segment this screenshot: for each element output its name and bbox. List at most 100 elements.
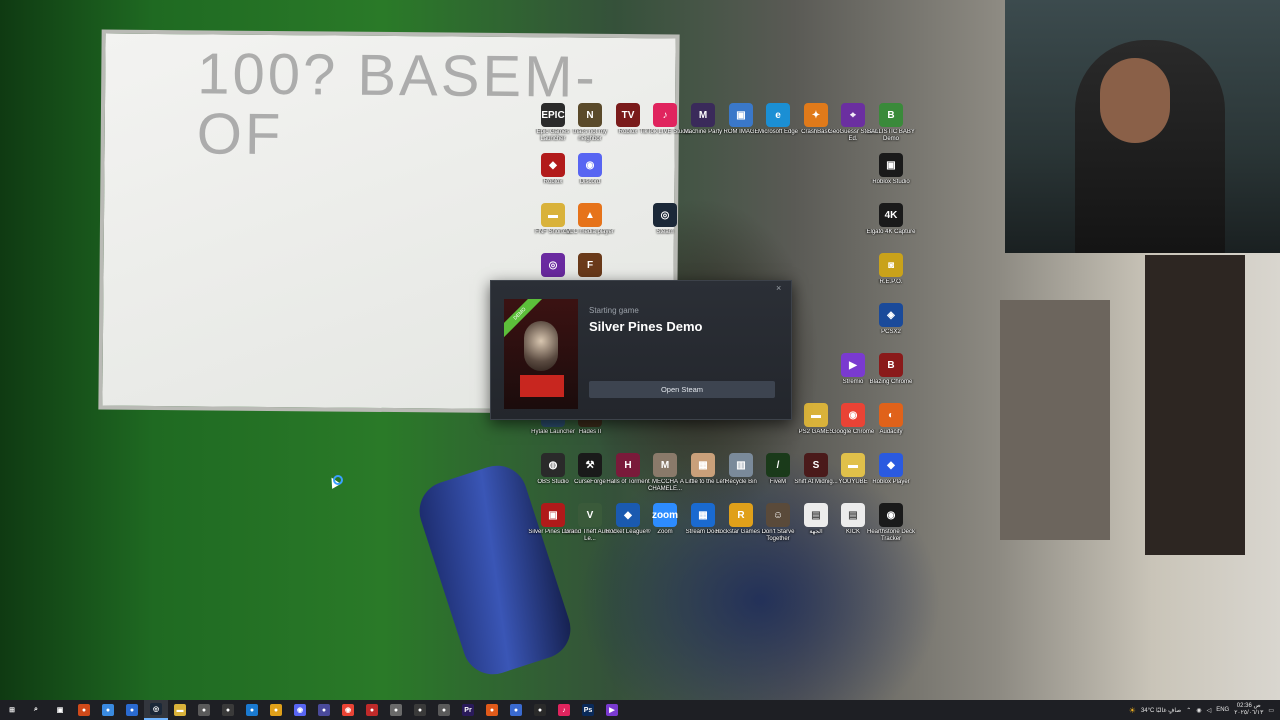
desktop-icon[interactable]: ▲ VLC media player [566,203,614,236]
taskbar-button[interactable]: ▶ [600,700,624,720]
taskbar-button[interactable]: ◎ [144,700,168,720]
game-icon: M [691,103,715,127]
taskbar-button[interactable]: ● [120,700,144,720]
taskbar-button[interactable]: ● [216,700,240,720]
desktop-icon[interactable]: ◙ R.E.P.O. [871,253,911,286]
desktop-icon[interactable]: ◈ PCSX2 [871,303,911,336]
taskbar-button[interactable]: ▬ [168,700,192,720]
roblox-icon: ◆ [879,453,903,477]
language-indicator[interactable]: ENG [1216,707,1229,713]
game-icon: ▦ [691,453,715,477]
chrome-icon: ◉ [841,403,865,427]
edge-icon: e [766,103,790,127]
chrome-icon: ◉ [342,704,354,716]
stream-dock-icon: ▦ [691,503,715,527]
webcam-overlay [1005,0,1280,253]
taskbar-button[interactable]: ● [384,700,408,720]
desktop-icon-label: Elgato 4K Capture [866,229,916,235]
fivem-icon: / [766,453,790,477]
taskbar-button[interactable]: ● [432,700,456,720]
desktop-icon[interactable]: ◉ Hearthstone Deck Tracker [867,503,915,543]
search-icon: ⌕ [30,704,42,716]
desktop-icon[interactable]: ▣ Roblox Studio [871,153,911,186]
game-cover-art: DEMO [504,299,578,409]
obs-icon: ◍ [541,453,565,477]
taskbar-button[interactable]: Ps [576,700,600,720]
game-icon: ◆ [541,153,565,177]
taskbar-button[interactable]: ● [264,700,288,720]
stremio-icon: ▶ [606,704,618,716]
open-steam-button[interactable]: Open Steam [589,381,775,398]
stremio-icon: ▶ [841,353,865,377]
desktop-icon[interactable]: V Grand Theft Auto V Le... [564,503,616,543]
game-icon: H [616,453,640,477]
desktop-icon-label: Hearthstone Deck Tracker [866,529,916,542]
taskbar-button[interactable]: ⊞ [0,700,24,720]
desktop-icon[interactable]: M MECCHA CHAMELE... [645,453,685,493]
desktop-icon[interactable]: ◆ Roblox Player [871,453,911,486]
taskbar-button[interactable]: ● [72,700,96,720]
taskbar-button[interactable]: ● [504,700,528,720]
taskbar-button[interactable]: ● [480,700,504,720]
volume-icon[interactable]: ◁ [1207,707,1212,714]
photoshop-icon: Ps [582,704,594,716]
task-view-icon: ▣ [54,704,66,716]
hearthstone-icon: ◉ [879,503,903,527]
epic-games-icon: EPIC [541,103,565,127]
cover-logo [520,375,564,397]
discord-icon: ◉ [578,153,602,177]
taskbar-button[interactable]: ♪ [552,700,576,720]
game-icon: B [879,353,903,377]
notification-icon[interactable]: ▭ [1268,707,1274,714]
desktop-icon[interactable]: ☺ Don't Starve Together [758,503,798,543]
clock[interactable]: 02:36 ص ٢٠٢٥/٠٦/١٣ [1234,703,1263,717]
zoom-icon: zoom [652,503,678,527]
taskbar-button[interactable]: ● [360,700,384,720]
game-icon: ☺ [766,503,790,527]
taskbar-button[interactable]: ◉ [288,700,312,720]
taskbar-button[interactable]: ● [312,700,336,720]
taskbar-button[interactable]: ● [528,700,552,720]
taskbar-button[interactable]: Pr [456,700,480,720]
app-icon: ● [366,704,378,716]
desktop-icon[interactable]: ◎ [533,253,573,279]
dresser [1000,300,1110,540]
game-icon: ◙ [879,253,903,277]
webcam-face [1100,58,1170,143]
app-icon: ● [102,704,114,716]
close-icon[interactable]: × [776,283,781,293]
game-icon: S [804,453,828,477]
app-icon: ● [222,704,234,716]
chevron-up-icon[interactable]: ⌃ [1186,707,1191,714]
taskbar-button[interactable]: ● [408,700,432,720]
app-icon: ◎ [541,253,565,277]
desktop-icon[interactable]: Nthat's not my neighbor [570,103,610,143]
taskbar-button[interactable]: ● [96,700,120,720]
start-button: ⊞ [6,704,18,716]
desktop-icon-label: Discord [579,179,601,185]
game-icon: M [653,453,677,477]
roblox-studio-icon: ▣ [879,153,903,177]
weather-text[interactable]: 34°C صافٍ غالبًا [1141,707,1181,714]
desktop-icon[interactable]: F [570,253,610,279]
desktop-icon[interactable]: ◎ Steam [645,203,685,236]
desktop-icon[interactable]: B BALLISTIC BABY Demo [867,103,915,143]
steam-icon: ◎ [150,703,162,715]
busy-cursor-icon [333,475,343,485]
popup-subtitle: Starting game [589,306,639,315]
taskbar-button[interactable]: ● [192,700,216,720]
app-icon: ● [78,704,90,716]
taskbar-button[interactable]: ⌕ [24,700,48,720]
desktop-icon[interactable]: B Blazing Chrome [870,353,912,386]
tiktok-icon: ♪ [653,103,677,127]
desktop-icon[interactable]: 4K Elgato 4K Capture [866,203,916,236]
network-icon[interactable]: ◉ [1196,707,1201,714]
rockstar-icon: R [729,503,753,527]
desktop-icon[interactable]: ◐ Audacity [871,403,911,436]
taskbar-button[interactable]: ◉ [336,700,360,720]
taskbar-button[interactable]: ● [240,700,264,720]
weather-icon[interactable]: ☀ [1129,706,1136,715]
popup-game-title: Silver Pines Demo [589,319,703,334]
taskbar-button[interactable]: ▣ [48,700,72,720]
desktop-icon[interactable]: ◉ Discord [570,153,610,186]
